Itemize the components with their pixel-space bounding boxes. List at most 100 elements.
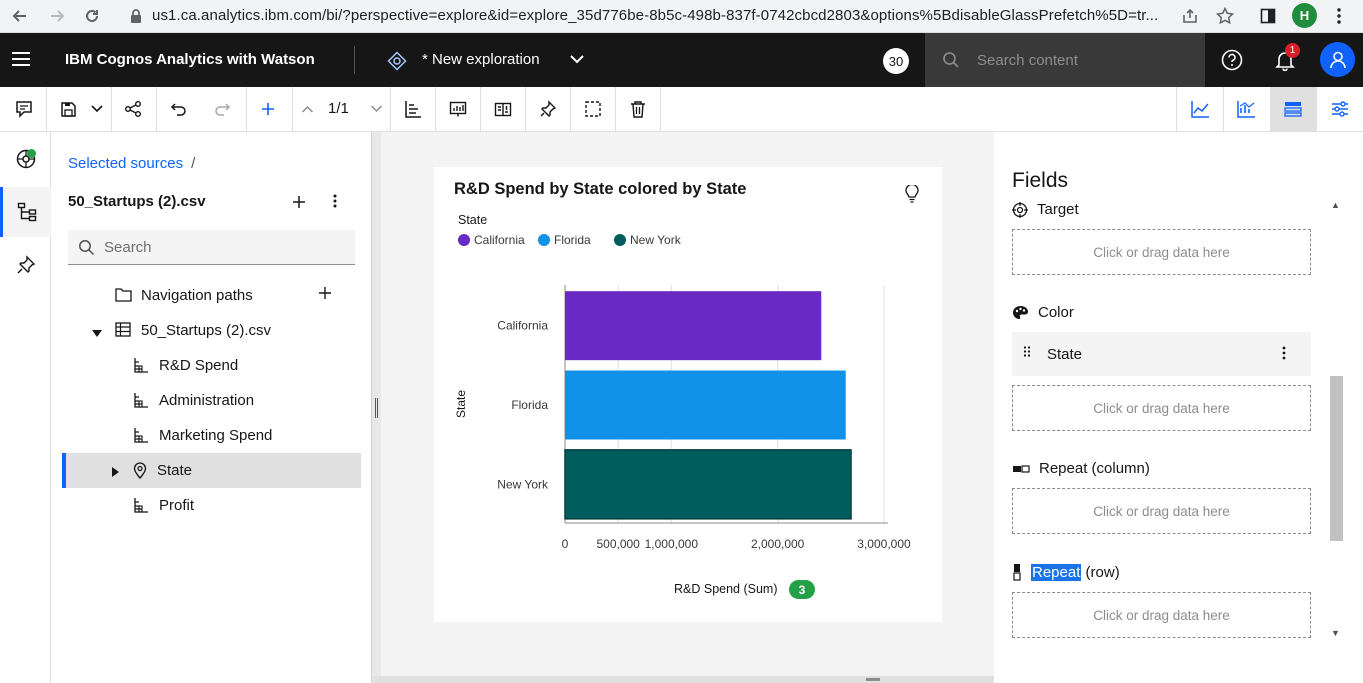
main-toolbar: 1/1 [0,87,1363,132]
properties-sliders-icon[interactable] [1320,87,1360,131]
hamburger-menu-icon[interactable] [12,52,30,70]
save-dropdown-chevron-icon[interactable] [86,87,108,131]
next-page-chevron-icon[interactable] [367,87,385,131]
data-tree-rail-item[interactable] [0,187,51,237]
pin-icon[interactable] [531,87,565,131]
chart-title: R&D Spend by State colored by State [454,180,747,198]
trend-chart-icon[interactable] [1226,87,1266,131]
source-search-input[interactable]: Search [104,239,152,256]
scrollbar-thumb[interactable] [1330,376,1343,541]
forward-icon[interactable] [45,5,69,27]
toolbar-divider [435,87,436,131]
fields-vertical-scrollbar[interactable]: ▲ ▼ [1328,196,1344,646]
target-slot-label: Target [1012,201,1079,218]
address-bar[interactable]: us1.ca.analytics.ibm.com/bi/?perspective… [152,7,1162,24]
tree-item-field[interactable]: Administration [51,383,361,418]
drag-handle-icon[interactable] [1023,346,1031,363]
back-icon[interactable] [8,5,32,27]
bar [565,370,846,440]
header-search[interactable]: Search content [925,33,1205,87]
save-icon[interactable] [55,87,81,131]
pins-rail-item[interactable] [0,240,51,290]
tree-item-label: R&D Spend [159,357,239,374]
tree-item-field[interactable]: Profit [51,488,361,523]
share-icon[interactable] [1178,5,1202,27]
legend-swatch [458,234,470,246]
tree-item-file[interactable]: 50_Startups (2).csv [51,313,361,348]
caret-right-icon[interactable] [112,464,120,481]
measure-count-badge-wrapper: 3 [789,580,815,599]
sidepanel-icon[interactable] [1256,5,1280,27]
y-tick-label: California [497,319,548,333]
scroll-up-arrow-icon[interactable]: ▲ [1331,200,1340,210]
measure-count-badge[interactable]: 3 [789,580,815,599]
undo-icon[interactable] [164,87,194,131]
add-navigation-path-icon[interactable] [319,286,331,303]
legend-entry[interactable]: Florida [538,233,591,247]
content-count-badge[interactable]: 30 [883,48,909,74]
share-network-icon[interactable] [118,87,148,131]
tree-item-field[interactable]: R&D Spend [51,348,361,383]
line-chart-icon[interactable] [1180,87,1220,131]
overflow-menu-icon[interactable] [1282,346,1286,363]
repeat-row-slot-label: Repeat (row) [1012,563,1120,581]
toolbar-divider [480,87,481,131]
add-source-icon[interactable] [293,192,305,213]
tree-item-field[interactable]: Marketing Spend [51,418,361,453]
select-region-icon[interactable] [576,87,610,131]
fields-panel-title: Fields [1012,169,1069,192]
measure-icon [133,392,149,412]
notification-count-badge: 1 [1285,43,1300,58]
browser-menu-icon[interactable] [1327,5,1351,27]
lock-icon[interactable] [124,5,148,27]
help-icon[interactable] [1220,48,1244,75]
overflow-menu-icon[interactable] [333,194,337,211]
panel-resize-handle[interactable] [371,132,381,683]
tree-item-field-selected[interactable]: State [62,453,361,488]
delete-icon[interactable] [621,87,655,131]
x-axis-label: R&D Spend (Sum) [674,582,778,596]
toolbar-divider [525,87,526,131]
x-tick-label: 500,000 [596,537,640,551]
legend-entry[interactable]: New York [614,233,681,247]
insights-icon[interactable] [441,87,475,131]
visualization-type-icon[interactable] [396,87,430,131]
reload-icon[interactable] [80,5,104,27]
redo-icon[interactable] [207,87,237,131]
tree-item-navigation-paths[interactable]: Navigation paths [51,278,361,313]
scroll-down-arrow-icon[interactable]: ▼ [1331,628,1340,638]
previous-page-chevron-icon[interactable] [298,87,316,131]
color-field-pill[interactable]: State [1012,332,1311,376]
target-drop-zone[interactable]: Click or drag data here [1012,229,1311,275]
legend-entry[interactable]: California [458,233,525,247]
repeat-column-drop-zone[interactable]: Click or drag data here [1012,488,1311,534]
caret-down-icon[interactable] [92,325,102,342]
target-crosshair-icon [1012,201,1028,218]
source-search[interactable]: Search [68,230,355,265]
y-axis-label: State [454,390,468,418]
profile-avatar[interactable]: H [1292,3,1317,28]
target-label: Target [1037,201,1079,218]
color-drop-zone[interactable]: Click or drag data here [1012,385,1311,431]
chevron-down-icon[interactable] [569,52,585,68]
breadcrumb: Selected sources / [68,155,195,172]
search-input[interactable]: Search content [977,52,1078,69]
y-tick-label: Florida [511,398,548,412]
add-icon[interactable] [254,87,282,131]
search-icon [78,239,95,259]
fields-panel-icon[interactable] [1273,87,1313,131]
user-avatar[interactable] [1320,42,1355,77]
bookmark-star-icon[interactable] [1213,5,1237,27]
assistant-rail-item[interactable] [0,134,51,184]
x-tick-label: 2,000,000 [751,537,805,551]
breadcrumb-selected-sources-link[interactable]: Selected sources [68,155,183,172]
lightbulb-icon[interactable] [905,183,919,206]
visualization-card[interactable]: R&D Spend by State colored by State Stat… [434,167,942,622]
repeat-row-drop-zone[interactable]: Click or drag data here [1012,592,1311,638]
swap-axes-icon[interactable] [486,87,520,131]
color-label: Color [1038,304,1074,321]
header-divider [354,46,355,74]
comment-icon[interactable] [10,87,38,131]
scrollbar-thumb[interactable] [866,678,880,681]
exploration-title[interactable]: * New exploration [422,51,540,68]
